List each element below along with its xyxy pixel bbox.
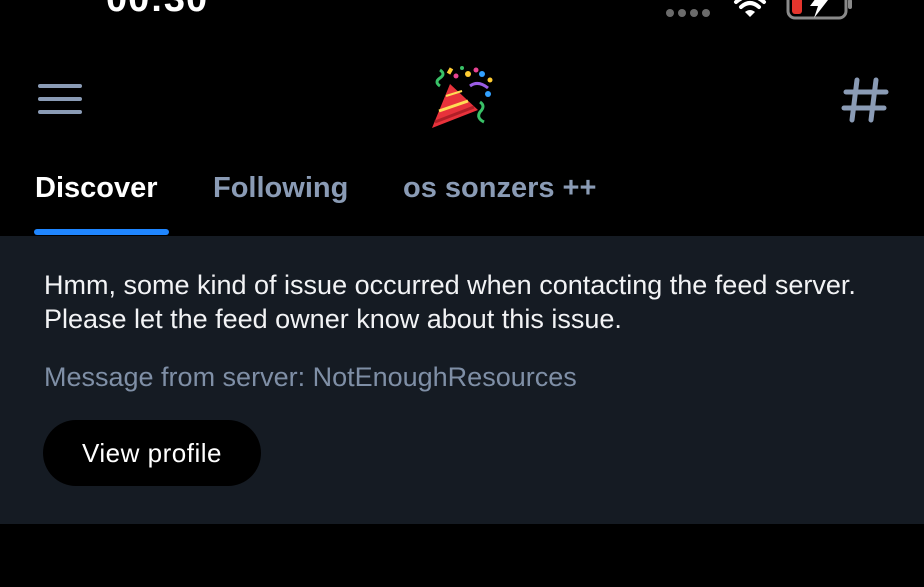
- signal-dots-icon: [666, 9, 710, 17]
- active-tab-indicator: [34, 229, 169, 235]
- party-popper-icon: [426, 66, 498, 134]
- tab-discover[interactable]: Discover: [35, 172, 158, 205]
- view-profile-button[interactable]: View profile: [43, 420, 261, 486]
- hash-icon: [841, 77, 889, 123]
- feed-error-panel: Hmm, some kind of issue occurred when co…: [0, 236, 924, 524]
- hamburger-menu-icon: [38, 84, 82, 114]
- battery-charging-icon: [786, 0, 852, 20]
- tab-following[interactable]: Following: [213, 172, 348, 205]
- server-message: Message from server: NotEnoughResources: [44, 362, 577, 392]
- menu-button[interactable]: [36, 80, 84, 120]
- feeds-hash-button[interactable]: [840, 76, 892, 124]
- app-header: [0, 40, 924, 160]
- tab-os-sonzers[interactable]: os sonzers ++: [403, 172, 596, 205]
- feed-error-message: Hmm, some kind of issue occurred when co…: [44, 270, 856, 334]
- status-bar: 00:30: [0, 0, 924, 24]
- wifi-icon: [734, 0, 766, 17]
- status-time: 00:30: [106, 0, 208, 21]
- feed-tabs: Discover Following os sonzers ++: [0, 160, 924, 236]
